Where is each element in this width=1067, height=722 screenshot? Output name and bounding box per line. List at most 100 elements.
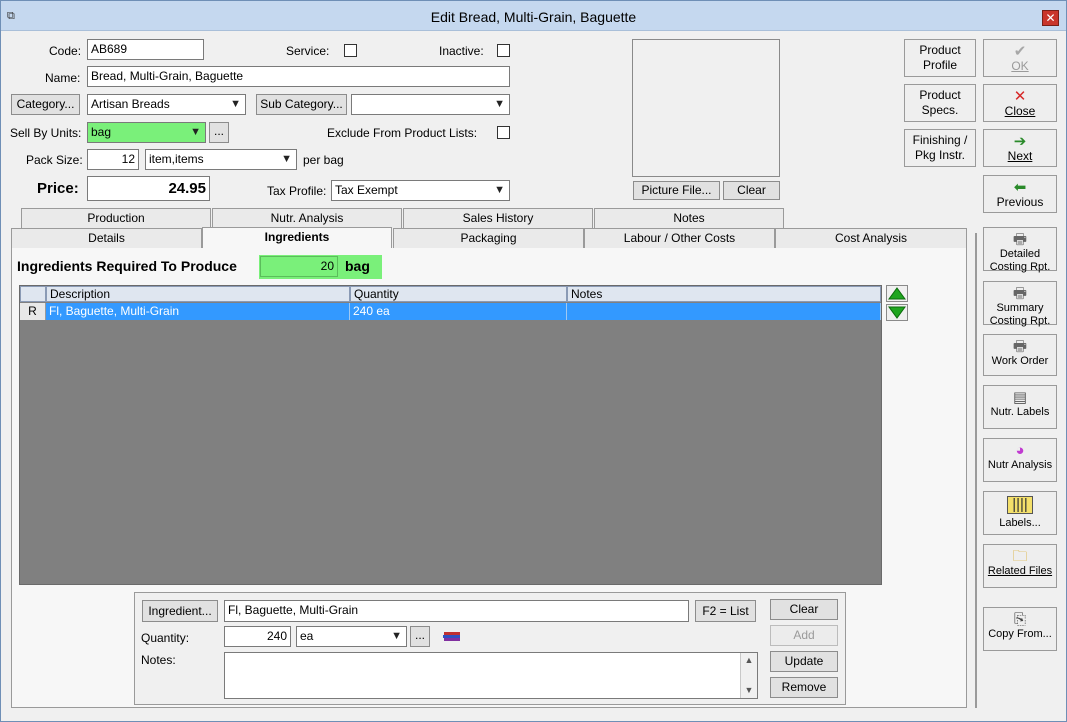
title-bar: ⧉ Edit Bread, Multi-Grain, Baguette ✕ [1, 1, 1066, 31]
chevron-down-icon: ▼ [391, 630, 402, 642]
tab-nutr-analysis[interactable]: Nutr. Analysis [212, 208, 402, 228]
quantity-field[interactable]: 240 [224, 626, 291, 647]
editor-clear-button[interactable]: Clear [770, 599, 838, 620]
sub-category-select[interactable]: ▼ [351, 94, 510, 115]
arrow-up-icon [888, 287, 906, 300]
scroll-down-icon[interactable]: ▼ [741, 683, 757, 697]
tax-profile-select[interactable]: Tax Exempt ▼ [331, 180, 510, 201]
ingredient-field[interactable]: Fl, Baguette, Multi-Grain [224, 600, 689, 622]
f2-list-button[interactable]: F2 = List [695, 600, 756, 622]
nutrition-labels-button[interactable]: ▤ Nutr. Labels [983, 385, 1057, 429]
pack-size-field[interactable]: 12 [87, 149, 139, 170]
finishing-pkg-instr-button[interactable]: Finishing / Pkg Instr. [904, 129, 976, 167]
notes-scrollbar[interactable]: ▲ ▼ [740, 653, 757, 698]
tab-sales-history[interactable]: Sales History [403, 208, 593, 228]
yield-unit: bag [345, 258, 370, 274]
picture-file-button[interactable]: Picture File... [633, 181, 720, 200]
notes-textarea[interactable] [224, 652, 758, 699]
printer-icon: 🖶 [1012, 285, 1028, 302]
inactive-checkbox[interactable] [497, 44, 510, 57]
tax-profile-value: Tax Exempt [335, 183, 398, 197]
printer-icon: 🖶 [1012, 231, 1028, 248]
product-profile-button[interactable]: Product Profile [904, 39, 976, 77]
unit-value: ea [300, 629, 314, 643]
inactive-label: Inactive: [439, 44, 484, 58]
product-specs-button[interactable]: Product Specs. [904, 84, 976, 122]
scroll-up-icon[interactable]: ▲ [741, 653, 757, 667]
grid-header-description[interactable]: Description [46, 286, 350, 302]
editor-remove-button[interactable]: Remove [770, 677, 838, 698]
yield-field[interactable]: 20 [260, 256, 338, 277]
table-row-description[interactable]: Fl, Baguette, Multi-Grain [46, 303, 350, 320]
product-picture [632, 39, 780, 177]
copy-from-button[interactable]: ⎘ Copy From... [983, 607, 1057, 651]
exclude-checkbox[interactable] [497, 126, 510, 139]
table-row-notes[interactable] [567, 303, 881, 320]
copy-icon: ⎘ [1013, 611, 1026, 628]
move-down-button[interactable] [886, 304, 908, 321]
move-up-button[interactable] [886, 285, 908, 302]
pack-unit-select[interactable]: item,items ▼ [145, 149, 297, 170]
tab-notes[interactable]: Notes [594, 208, 784, 228]
next-icon: ➔ [1013, 133, 1027, 150]
checkmark-icon: ✔ [1013, 43, 1027, 60]
table-row-quantity[interactable]: 240 ea [350, 303, 567, 320]
window-close-icon[interactable]: ✕ [1042, 10, 1059, 26]
work-order-button[interactable]: 🖶 Work Order [983, 334, 1057, 376]
tab-packaging[interactable]: Packaging [393, 228, 584, 248]
barcode-icon: |||| [1007, 496, 1033, 514]
labels-button[interactable]: |||| Labels... [983, 491, 1057, 535]
tab-cost-analysis[interactable]: Cost Analysis [775, 228, 967, 248]
sub-category-button[interactable]: Sub Category... [256, 94, 347, 115]
tab-details[interactable]: Details [11, 228, 202, 248]
arrow-down-icon [888, 306, 906, 319]
chevron-down-icon: ▼ [494, 184, 505, 196]
nutrition-label-icon: ▤ [1012, 389, 1028, 406]
unit-select[interactable]: ea ▼ [296, 626, 407, 647]
panel-edge [967, 233, 977, 708]
chevron-down-icon: ▼ [230, 98, 241, 110]
unit-lookup-button[interactable]: ... [410, 626, 430, 647]
editor-add-button[interactable]: Add [770, 625, 838, 646]
ok-button[interactable]: ✔ OK [983, 39, 1057, 77]
previous-button[interactable]: ⬅ Previous [983, 175, 1057, 213]
price-field[interactable]: 24.95 [87, 176, 210, 201]
tab-ingredients[interactable]: Ingredients [202, 227, 392, 249]
related-files-button[interactable]: 🗀 Related Files [983, 544, 1057, 588]
name-field[interactable]: Bread, Multi-Grain, Baguette [87, 66, 510, 87]
close-icon: ✕ [1013, 88, 1027, 105]
close-button[interactable]: ✕ Close [983, 84, 1057, 122]
sell-units-lookup-button[interactable]: ... [209, 122, 229, 143]
picture-clear-button[interactable]: Clear [723, 181, 780, 200]
tax-profile-label: Tax Profile: [267, 184, 327, 198]
service-checkbox[interactable] [344, 44, 357, 57]
pack-unit-value: item,items [149, 152, 204, 166]
code-field[interactable]: AB689 [87, 39, 204, 60]
code-label: Code: [49, 44, 82, 58]
tab-production[interactable]: Production [21, 208, 211, 228]
next-button[interactable]: ➔ Next [983, 129, 1057, 167]
printer-icon: 🖶 [1012, 338, 1028, 355]
category-value: Artisan Breads [91, 97, 170, 111]
notes-label: Notes: [141, 653, 176, 667]
grid-marker-header [20, 286, 46, 302]
per-unit-label: per bag [303, 153, 344, 167]
sell-by-units-select[interactable]: bag ▼ [87, 122, 206, 143]
summary-costing-report-button[interactable]: 🖶 Summary Costing Rpt. [983, 281, 1057, 327]
detailed-costing-report-button[interactable]: 🖶 Detailed Costing Rpt. [983, 227, 1057, 273]
category-button[interactable]: Category... [11, 94, 80, 115]
row-marker[interactable]: R [20, 303, 46, 320]
category-select[interactable]: Artisan Breads ▼ [87, 94, 246, 115]
tab-labour-other-costs[interactable]: Labour / Other Costs [584, 228, 775, 248]
pie-chart-icon: ◕ [1015, 442, 1025, 459]
service-label: Service: [286, 44, 330, 58]
nutrition-analysis-button[interactable]: ◕ Nutr Analysis [983, 438, 1057, 482]
ingredient-button[interactable]: Ingredient... [142, 600, 218, 622]
conversion-button[interactable] [440, 626, 464, 647]
grid-header-notes[interactable]: Notes [567, 286, 881, 302]
chevron-down-icon: ▼ [281, 153, 292, 165]
editor-update-button[interactable]: Update [770, 651, 838, 672]
grid-header-quantity[interactable]: Quantity [350, 286, 567, 302]
price-label: Price: [37, 180, 79, 197]
previous-icon: ⬅ [1013, 179, 1027, 196]
